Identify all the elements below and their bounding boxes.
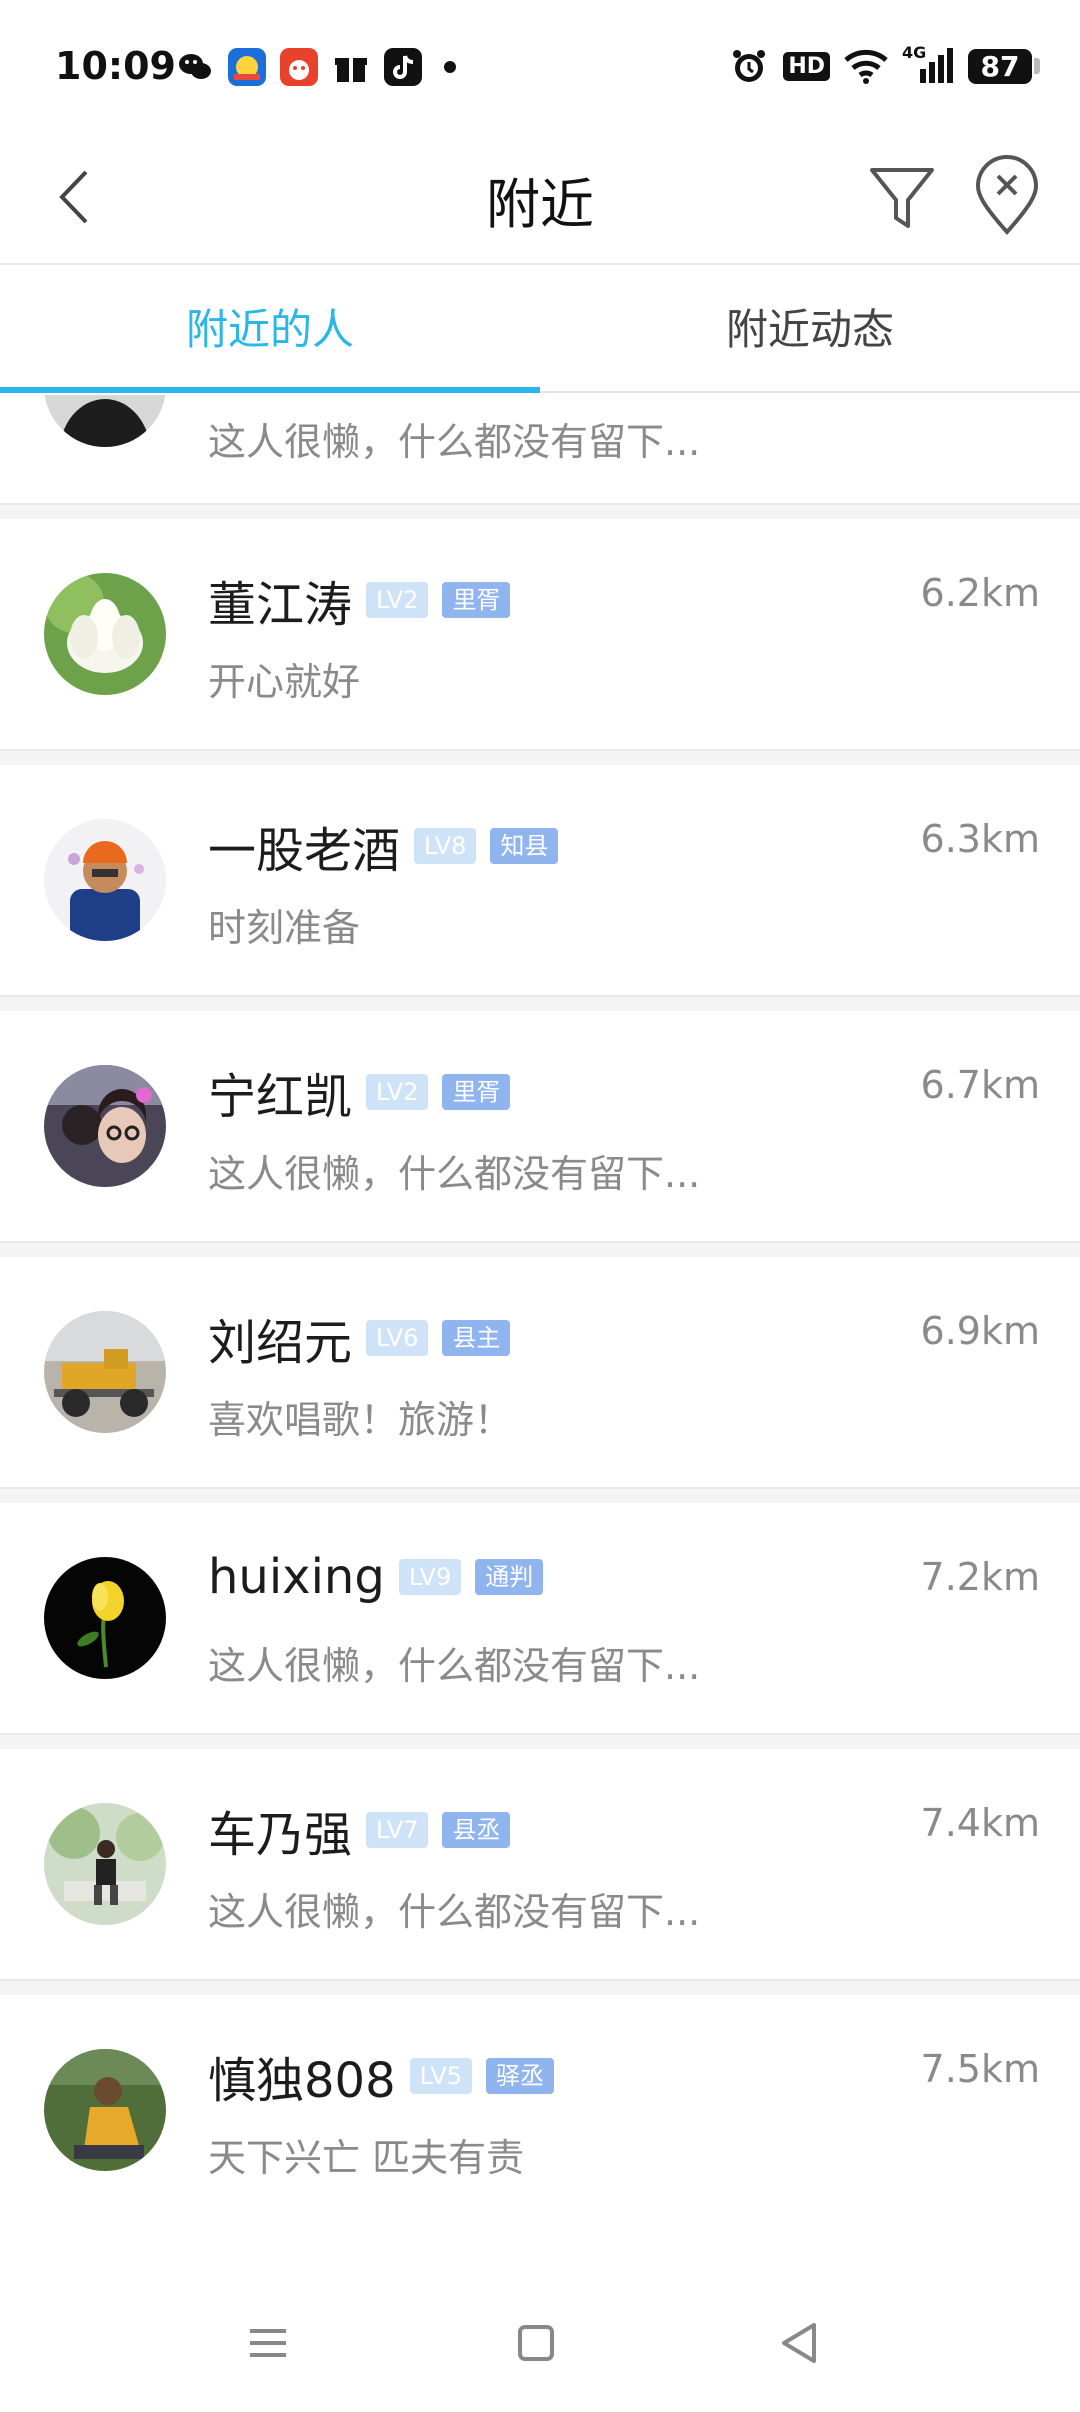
level-badge: LV2 (366, 582, 429, 618)
avatar (44, 2049, 166, 2171)
signature: 这人很懒，什么都没有留下... (208, 420, 701, 464)
menu-icon (250, 2329, 286, 2357)
alarm-icon (733, 50, 766, 82)
user-name: 一股老酒 (208, 823, 401, 879)
distance: 6.3km (920, 817, 1040, 861)
name-line: 刘绍元 LV6 县主 (208, 1303, 511, 1373)
list-item[interactable]: 这人很懒，什么都没有留下... (0, 395, 1080, 505)
list-item[interactable]: 一股老酒 LV8 知县 6.3km 时刻准备 (0, 765, 1080, 997)
user-name: 车乃强 (208, 1807, 353, 1863)
people-list[interactable]: 这人很懒，什么都没有留下... 董江涛 LV2 里胥 6.2km 开心就好 一股… (0, 395, 1080, 2215)
navigation-bar: 附近 (0, 130, 1080, 265)
status-bar: 10:09 HD 4G 87 (0, 0, 1080, 130)
battery-level: 87 (968, 48, 1032, 84)
signature: 这人很懒，什么都没有留下... (208, 1890, 701, 1934)
signature: 天下兴亡 匹夫有责 (208, 2136, 525, 2180)
level-badge: LV8 (414, 828, 477, 864)
user-name: 宁红凯 (208, 1069, 353, 1125)
status-app-icons (176, 48, 456, 86)
tab-nearby-moments[interactable]: 附近动态 (540, 267, 1080, 393)
user-name: 董江涛 (208, 577, 353, 633)
name-line: 慎独808 LV5 驿丞 (208, 2041, 555, 2111)
distance: 6.9km (920, 1309, 1040, 1353)
avatar (44, 395, 166, 447)
user-name: 慎独808 (208, 2053, 396, 2109)
list-item[interactable]: 刘绍元 LV6 县主 6.9km 喜欢唱歌！旅游！ (0, 1257, 1080, 1489)
avatar (44, 1557, 166, 1679)
distance: 6.7km (920, 1063, 1040, 1107)
tab-nearby-people[interactable]: 附近的人 (0, 267, 540, 393)
battery-icon (1034, 58, 1040, 74)
level-badge: LV6 (366, 1320, 429, 1356)
wifi-icon (844, 49, 888, 84)
rank-badge: 驿丞 (486, 2058, 555, 2094)
name-line: huixing LV9 通判 (208, 1549, 544, 1605)
cellular-signal-icon: 4G (902, 43, 954, 85)
rank-badge: 县主 (442, 1320, 511, 1356)
rank-badge: 里胥 (442, 1074, 511, 1110)
name-line: 车乃强 LV7 县丞 (208, 1795, 511, 1865)
signature: 时刻准备 (208, 906, 361, 950)
signature: 开心就好 (208, 660, 361, 704)
square-icon (518, 2325, 554, 2361)
name-line: 一股老酒 LV8 知县 (208, 811, 559, 881)
gift-icon (332, 48, 370, 86)
tab-bar: 附近的人 附近动态 (0, 267, 1080, 393)
system-navigation-bar (0, 2215, 1080, 2412)
rank-badge: 知县 (490, 828, 559, 864)
name-line: 董江涛 LV2 里胥 (208, 565, 511, 635)
news-app-icon (228, 48, 266, 86)
tiktok-icon (384, 48, 422, 86)
distance: 6.2km (920, 571, 1040, 615)
list-item[interactable]: 宁红凯 LV2 里胥 6.7km 这人很懒，什么都没有留下... (0, 1011, 1080, 1243)
level-badge: LV2 (366, 1074, 429, 1110)
triangle-back-icon (782, 2323, 816, 2363)
signature: 喜欢唱歌！旅游！ (208, 1398, 513, 1442)
list-item[interactable]: huixing LV9 通判 7.2km 这人很懒，什么都没有留下... (0, 1503, 1080, 1735)
menu-button[interactable] (238, 2313, 298, 2373)
level-badge: LV5 (409, 2058, 473, 2094)
rank-badge: 通判 (475, 1559, 544, 1595)
active-tab-indicator (0, 387, 540, 393)
location-clear-icon (975, 155, 1039, 236)
status-system-icons: HD 4G 87 (729, 43, 1040, 86)
list-item[interactable]: 慎独808 LV5 驿丞 7.5km 天下兴亡 匹夫有责 (0, 1995, 1080, 2215)
avatar (44, 1311, 166, 1433)
clear-location-button[interactable] (972, 154, 1042, 238)
avatar (44, 1803, 166, 1925)
level-badge: LV9 (398, 1559, 462, 1595)
back-nav-button[interactable] (770, 2313, 830, 2373)
user-name: huixing (208, 1549, 385, 1605)
avatar (44, 819, 166, 941)
rank-badge: 县丞 (442, 1812, 511, 1848)
avatar (44, 573, 166, 695)
distance: 7.5km (920, 2047, 1040, 2091)
distance: 7.2km (920, 1555, 1040, 1599)
list-item[interactable]: 车乃强 LV7 县丞 7.4km 这人很懒，什么都没有留下... (0, 1749, 1080, 1981)
signature: 这人很懒，什么都没有留下... (208, 1152, 701, 1196)
rank-badge: 里胥 (442, 582, 511, 618)
user-name: 刘绍元 (208, 1315, 353, 1371)
wechat-icon (176, 48, 214, 86)
filter-icon (870, 168, 934, 228)
distance: 7.4km (920, 1801, 1040, 1845)
list-item[interactable]: 董江涛 LV2 里胥 6.2km 开心就好 (0, 519, 1080, 751)
home-button[interactable] (506, 2313, 566, 2373)
status-time: 10:09 (55, 44, 176, 88)
shopping-app-icon (280, 48, 318, 86)
avatar (44, 1065, 166, 1187)
hd-badge: HD (783, 51, 830, 81)
name-line: 宁红凯 LV2 里胥 (208, 1057, 511, 1127)
filter-button[interactable] (862, 154, 942, 238)
more-notifications-dot (444, 61, 456, 73)
level-badge: LV7 (366, 1812, 429, 1848)
signature: 这人很懒，什么都没有留下... (208, 1644, 701, 1688)
